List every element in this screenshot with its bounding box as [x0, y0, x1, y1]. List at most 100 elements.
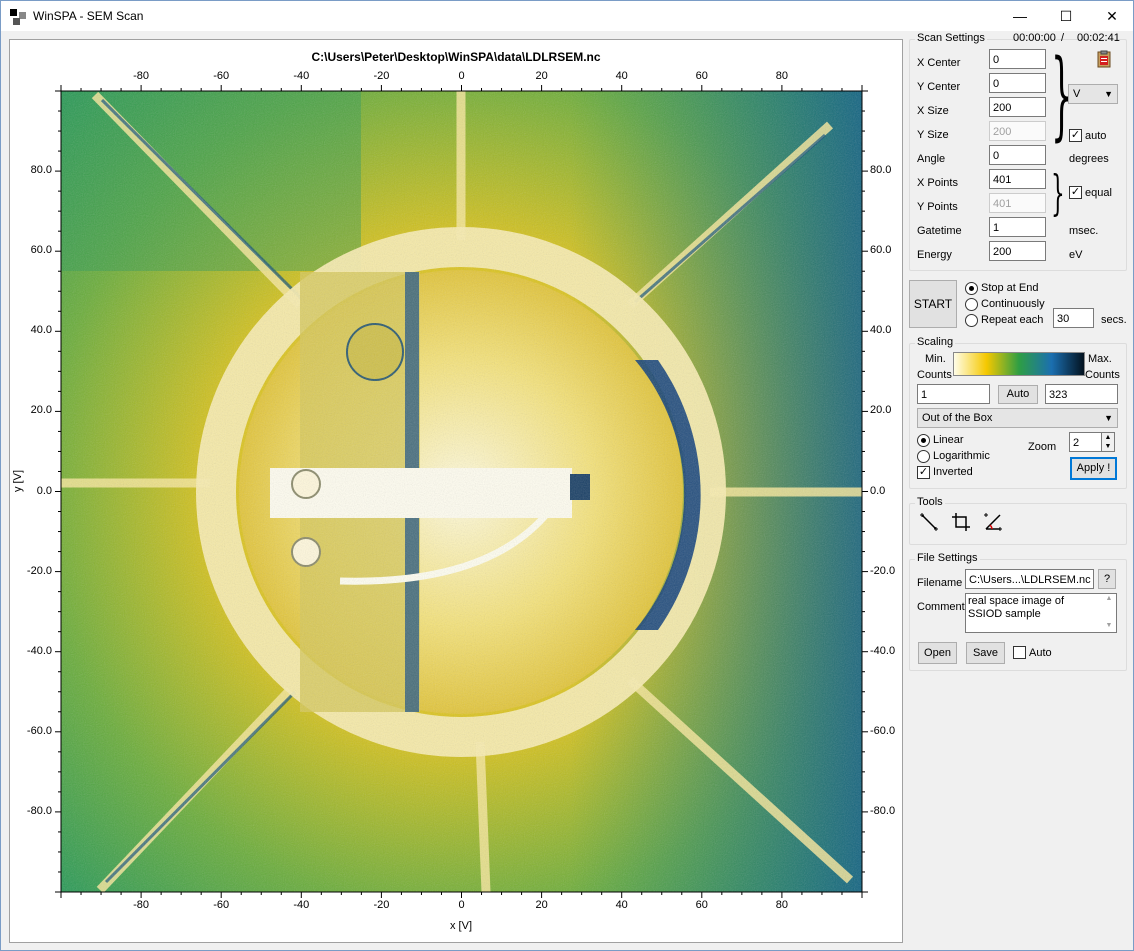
y-center-label: Y Center	[917, 81, 961, 93]
max-counts-label-2: Counts	[1085, 369, 1120, 381]
gatetime-label: Gatetime	[917, 225, 962, 237]
unit-select[interactable]: V ▼	[1068, 84, 1118, 104]
logarithmic-radio[interactable]	[917, 450, 930, 463]
line-tool-icon[interactable]	[919, 512, 939, 532]
y-center-field[interactable]: 0	[989, 73, 1046, 93]
scaling-mode-select[interactable]: Out of the Box ▼	[917, 408, 1118, 428]
y-tick-label-left: 80.0	[30, 164, 52, 177]
y-tick-label-right: 20.0	[870, 404, 892, 417]
x-tick-label-bottom: 20	[535, 899, 548, 911]
window-title: WinSPA - SEM Scan	[33, 9, 144, 23]
energy-label: Energy	[917, 249, 952, 261]
y-tick-label-left: 60.0	[30, 244, 52, 257]
comment-field[interactable]: real space image of SSIOD sample	[965, 593, 1117, 633]
y-tick-label-left: -40.0	[26, 644, 52, 657]
x-tick-label-bottom: -40	[293, 899, 310, 911]
y-size-label: Y Size	[917, 129, 949, 141]
y-axis-label: y [V]	[12, 469, 24, 492]
y-tick-label-left: -80.0	[26, 804, 52, 817]
x-tick-label-bottom: -80	[133, 899, 150, 911]
energy-unit: eV	[1069, 249, 1083, 261]
save-button[interactable]: Save	[966, 642, 1005, 664]
start-button[interactable]: START	[909, 280, 957, 328]
linear-label: Linear	[933, 434, 964, 446]
x-size-field[interactable]: 200	[989, 97, 1046, 117]
auto-label: auto	[1085, 130, 1107, 142]
unit-select-value: V	[1073, 88, 1081, 100]
equal-label: equal	[1085, 187, 1112, 199]
x-tick-label-top: -80	[133, 70, 150, 82]
apply-button[interactable]: Apply !	[1070, 457, 1117, 480]
clipboard-icon[interactable]	[1095, 50, 1113, 68]
x-tick-label-bottom: 40	[615, 899, 628, 911]
min-counts-field[interactable]: 1	[917, 384, 990, 404]
x-tick-label-top: 0	[458, 70, 465, 82]
inverted-label: Inverted	[933, 466, 973, 478]
linear-radio[interactable]	[917, 434, 930, 447]
zoom-label: Zoom	[1028, 441, 1057, 453]
auto-scale-button[interactable]: Auto	[998, 385, 1038, 404]
x-tick-label-top: 60	[695, 70, 708, 82]
x-axis-label: x [V]	[450, 920, 473, 932]
chevron-down-icon: ▼	[1104, 89, 1113, 99]
min-counts-label-1: Min.	[925, 353, 946, 365]
y-tick-label-left: -20.0	[26, 564, 52, 577]
x-points-field[interactable]: 401	[989, 169, 1046, 189]
x-tick-label-top: 40	[615, 70, 628, 82]
max-counts-field[interactable]: 323	[1045, 384, 1118, 404]
color-scale-bar	[953, 352, 1085, 376]
y-points-label: Y Points	[917, 201, 958, 213]
open-button[interactable]: Open	[918, 642, 957, 664]
auto-checkbox[interactable]: ✓	[1069, 129, 1082, 142]
crop-tool-icon[interactable]	[951, 512, 971, 532]
energy-field[interactable]: 200	[989, 241, 1046, 261]
y-tick-label-left: -60.0	[26, 724, 52, 737]
y-tick-label-right: 0.0	[870, 484, 886, 497]
x-size-label: X Size	[917, 105, 949, 117]
equal-checkbox[interactable]: ✓	[1069, 186, 1082, 199]
inverted-checkbox[interactable]: ✓	[917, 466, 930, 479]
filename-field[interactable]: C:\Users...\LDLRSEM.nc	[965, 569, 1094, 589]
filename-label: Filename	[917, 577, 963, 589]
y-tick-label-right: -40.0	[870, 644, 896, 657]
elapsed-time: 00:00:00	[1013, 32, 1056, 44]
scaling-title: Scaling	[915, 336, 956, 348]
y-tick-label-right: 40.0	[870, 324, 892, 337]
scaling-mode-value: Out of the Box	[922, 412, 993, 424]
x-center-field[interactable]: 0	[989, 49, 1046, 69]
stop-at-end-radio[interactable]	[965, 282, 978, 295]
x-tick-label-bottom: -20	[373, 899, 390, 911]
close-button[interactable]: ✕	[1089, 1, 1134, 31]
gatetime-field[interactable]: 1	[989, 217, 1046, 237]
angle-unit: degrees	[1069, 153, 1109, 165]
y-size-field[interactable]: 200	[989, 121, 1046, 141]
tools-group	[909, 503, 1127, 545]
x-tick-label-bottom: -60	[213, 899, 230, 911]
y-tick-label-right: 80.0	[870, 164, 892, 177]
app-icon	[10, 9, 26, 25]
repeat-each-radio[interactable]	[965, 314, 978, 327]
x-tick-label-bottom: 60	[695, 899, 708, 911]
minimize-button[interactable]: —	[997, 1, 1043, 31]
auto-save-checkbox[interactable]	[1013, 646, 1026, 659]
chevron-down-icon: ▼	[1104, 413, 1113, 423]
repeat-interval-field[interactable]: 30	[1053, 308, 1094, 328]
zoom-field[interactable]: 2	[1069, 432, 1105, 452]
auto-save-label: Auto	[1029, 647, 1052, 659]
comment-label: Comment	[917, 601, 965, 613]
comment-scrollbar[interactable]: ▲ ▼	[1102, 594, 1116, 632]
y-points-field[interactable]: 401	[989, 193, 1046, 213]
x-center-label: X Center	[917, 57, 961, 69]
x-tick-label-top: -60	[213, 70, 230, 82]
continuously-radio[interactable]	[965, 298, 978, 311]
angle-tool-icon[interactable]	[983, 512, 1003, 532]
maximize-button[interactable]: ☐	[1043, 1, 1089, 31]
continuously-label: Continuously	[981, 298, 1045, 310]
sem-image[interactable]	[61, 91, 862, 892]
y-tick-label-left: 40.0	[30, 324, 52, 337]
browse-button[interactable]: ?	[1098, 569, 1116, 589]
y-tick-label-right: 60.0	[870, 244, 892, 257]
plot-panel: C:\Users\Peter\Desktop\WinSPA\data\LDLRS…	[9, 39, 903, 943]
angle-field[interactable]: 0	[989, 145, 1046, 165]
zoom-spinner[interactable]: ▲ ▼	[1101, 432, 1115, 452]
